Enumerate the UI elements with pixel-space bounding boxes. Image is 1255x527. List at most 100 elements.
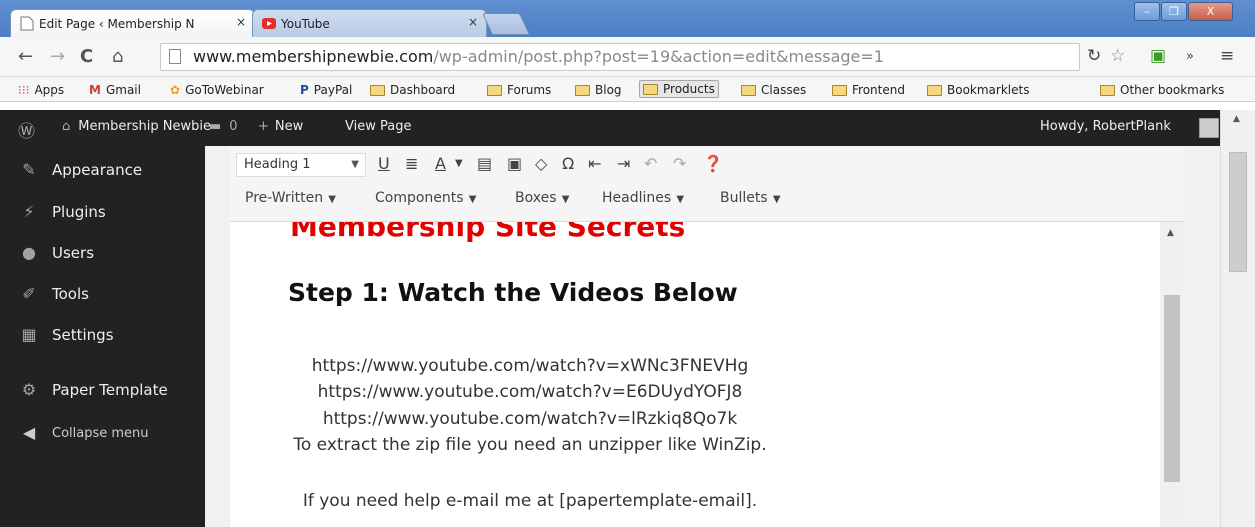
- youtube-icon: [262, 18, 276, 29]
- menu-icon[interactable]: ≡: [1220, 46, 1234, 66]
- content-line: To extract the zip file you need an unzi…: [293, 435, 767, 455]
- restore-button[interactable]: ❐: [1161, 2, 1187, 21]
- avatar[interactable]: [1199, 118, 1219, 138]
- folder-icon: [1100, 84, 1115, 96]
- settings-icon: ▦: [21, 325, 37, 344]
- bullets-menu[interactable]: Bullets ▼: [720, 190, 781, 206]
- underline-icon[interactable]: U: [378, 154, 390, 173]
- comment-icon: ▬: [209, 119, 222, 134]
- editor-area: Heading 1 ▼ U ≣ A ▼ ▤ ▣ ◇ Ω ⇤ ⇥ ↶ ↷ ❓ Pre…: [205, 146, 1220, 527]
- site-name-link[interactable]: ⌂ Membership Newbie: [62, 119, 211, 134]
- editor-scrollbar[interactable]: ▲: [1160, 222, 1185, 527]
- bookmark-bookmarklets[interactable]: Bookmarklets: [927, 81, 1029, 99]
- star-icon[interactable]: ☆: [1110, 46, 1125, 66]
- collapse-menu-button[interactable]: ◀ Collapse menu: [20, 424, 149, 442]
- chevron-down-icon[interactable]: ▼: [455, 158, 463, 169]
- new-content-link[interactable]: + New: [258, 119, 303, 134]
- forward-arrow-icon[interactable]: →: [50, 46, 65, 67]
- tab-close-icon[interactable]: ×: [468, 15, 478, 29]
- gotowebinar-icon: ✿: [170, 83, 181, 97]
- browser-toolbar: ← → C ⌂ www.membershipnewbie.com/wp-admi…: [0, 37, 1255, 77]
- sidebar-item-appearance[interactable]: ✎ Appearance: [20, 161, 142, 180]
- redo-icon[interactable]: ↷: [673, 154, 686, 173]
- format-select[interactable]: Heading 1 ▼: [236, 153, 366, 177]
- url-text: www.membershipnewbie.com/wp-admin/post.p…: [193, 47, 884, 66]
- home-icon: ⌂: [62, 119, 71, 134]
- text-color-icon[interactable]: A: [435, 154, 446, 173]
- bookmark-products[interactable]: Products: [639, 80, 719, 98]
- page-scrollbar[interactable]: ▲: [1220, 110, 1255, 527]
- tab-title: YouTube: [281, 16, 330, 31]
- bookmark-gmail[interactable]: M Gmail: [89, 81, 141, 99]
- headlines-menu[interactable]: Headlines ▼: [602, 190, 684, 206]
- special-char-icon[interactable]: Ω: [562, 154, 574, 173]
- clear-format-icon[interactable]: ◇: [535, 154, 547, 173]
- bookmark-gotowebinar[interactable]: ✿ GoToWebinar: [170, 81, 264, 99]
- wordpress-logo-icon[interactable]: Ⓦ: [18, 117, 35, 142]
- new-tab-button[interactable]: [481, 13, 531, 35]
- sidebar-item-plugins[interactable]: ⚡ Plugins: [20, 202, 105, 222]
- help-icon[interactable]: ❓: [703, 154, 723, 173]
- home-icon[interactable]: ⌂: [112, 46, 123, 67]
- howdy-user[interactable]: Howdy, RobertPlank: [1040, 119, 1171, 134]
- clipboard-icon[interactable]: ▣: [507, 154, 522, 173]
- undo-icon[interactable]: ↶: [644, 154, 657, 173]
- scrollbar-thumb[interactable]: [1229, 152, 1247, 272]
- scroll-up-arrow-icon[interactable]: ▲: [1167, 228, 1174, 238]
- tab-title: Edit Page ‹ Membership N: [39, 16, 195, 31]
- chevron-down-icon: ▼: [769, 194, 781, 205]
- tab-edit-page[interactable]: Edit Page ‹ Membership N ×: [10, 9, 255, 37]
- folder-icon: [487, 84, 502, 96]
- reload-icon[interactable]: C: [80, 46, 93, 67]
- close-window-button[interactable]: X: [1188, 2, 1233, 21]
- wp-sidebar: ✎ Appearance ⚡ Plugins ● Users ✐ Tools ▦ Sett…: [0, 146, 205, 527]
- content-line: https://www.youtube.com/watch?v=lRzkiq8Q…: [322, 409, 738, 429]
- content-line: https://www.youtube.com/watch?v=E6DUydYO…: [317, 382, 743, 402]
- tab-youtube[interactable]: YouTube ×: [252, 9, 487, 37]
- content-line: https://www.youtube.com/watch?v=xWNc3FNE…: [311, 356, 749, 376]
- bookmark-classes[interactable]: Classes: [741, 81, 806, 99]
- plus-icon: +: [258, 119, 269, 134]
- prewritten-menu[interactable]: Pre-Written ▼: [245, 190, 336, 206]
- justify-icon[interactable]: ≣: [405, 154, 418, 173]
- folder-icon: [927, 84, 942, 96]
- page-icon: [20, 16, 34, 31]
- indent-icon[interactable]: ⇥: [617, 154, 630, 173]
- browser-tabstrip: Edit Page ‹ Membership N × YouTube × – ❐…: [0, 0, 1255, 37]
- components-menu[interactable]: Components ▼: [375, 190, 476, 206]
- bookmark-paypal[interactable]: P PayPal: [300, 81, 352, 99]
- bookmark-forums[interactable]: Forums: [487, 81, 551, 99]
- comments-link[interactable]: ▬ 0: [209, 119, 238, 134]
- extension-sync-icon[interactable]: ↻: [1087, 46, 1101, 66]
- bookmark-dashboard[interactable]: Dashboard: [370, 81, 455, 99]
- apps-grid-icon: ⁝⁝⁝: [18, 83, 30, 97]
- view-page-link[interactable]: View Page: [345, 119, 411, 134]
- back-arrow-icon[interactable]: ←: [18, 46, 33, 67]
- tab-close-icon[interactable]: ×: [236, 15, 246, 29]
- scroll-up-arrow-icon[interactable]: ▲: [1233, 114, 1240, 124]
- sidebar-item-settings[interactable]: ▦ Settings: [20, 325, 113, 345]
- plugins-icon: ⚡: [23, 202, 35, 221]
- minimize-button[interactable]: –: [1134, 2, 1160, 21]
- gmail-icon: M: [89, 83, 101, 97]
- folder-icon: [643, 83, 658, 95]
- chevron-down-icon: ▼: [673, 194, 685, 205]
- sidebar-item-users[interactable]: ● Users: [20, 244, 94, 263]
- editor-content[interactable]: Membership Site Secrets Step 1: Watch th…: [230, 222, 1185, 527]
- bookmark-apps[interactable]: ⁝⁝⁝ Apps: [18, 81, 64, 99]
- wrench-icon: ✐: [22, 284, 36, 303]
- bookmark-frontend[interactable]: Frontend: [832, 81, 905, 99]
- outdent-icon[interactable]: ⇤: [588, 154, 601, 173]
- bookmark-other[interactable]: Other bookmarks: [1100, 81, 1224, 99]
- extension-icon[interactable]: ▣: [1150, 46, 1166, 66]
- bookmark-blog[interactable]: Blog: [575, 81, 622, 99]
- address-bar[interactable]: www.membershipnewbie.com/wp-admin/post.p…: [160, 43, 1080, 71]
- boxes-menu[interactable]: Boxes ▼: [515, 190, 569, 206]
- sidebar-item-paper-template[interactable]: ⚙ Paper Template: [20, 381, 168, 400]
- paypal-icon: P: [300, 83, 309, 97]
- scrollbar-thumb[interactable]: [1164, 295, 1180, 482]
- chevron-right-icon[interactable]: »: [1186, 49, 1194, 64]
- sidebar-item-tools[interactable]: ✐ Tools: [20, 284, 89, 304]
- folder-icon: [370, 84, 385, 96]
- paste-text-icon[interactable]: ▤: [477, 154, 492, 173]
